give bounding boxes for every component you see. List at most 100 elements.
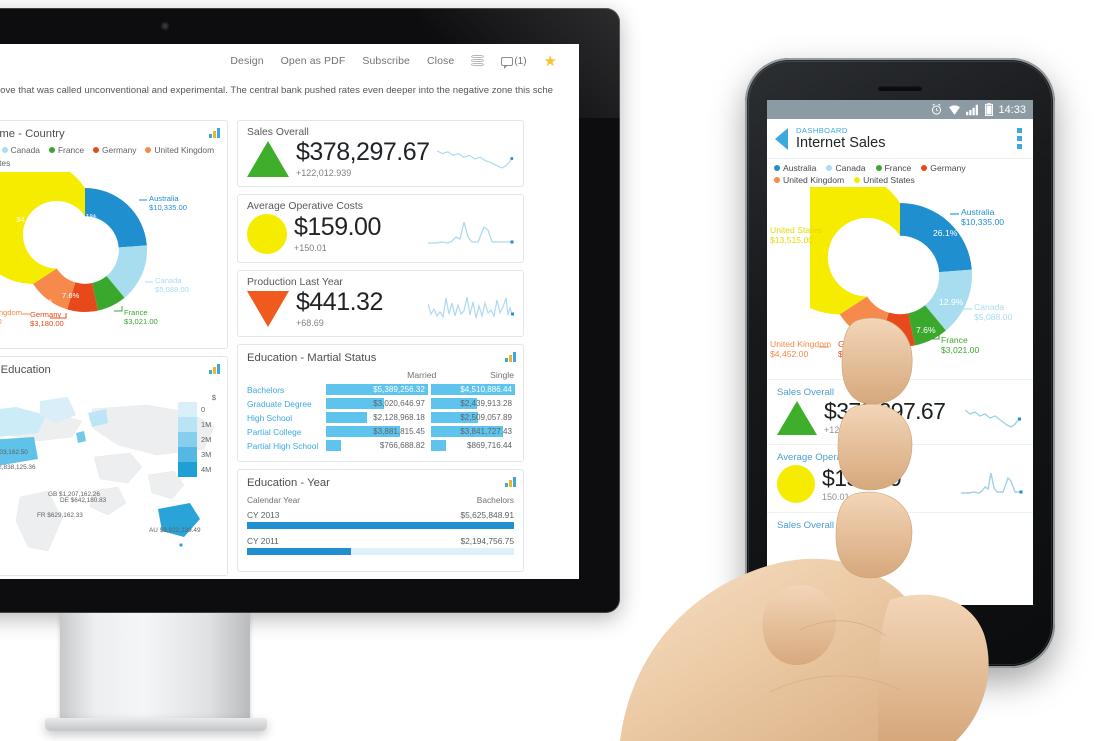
map-label-ca: CA $503,162.50: [0, 448, 28, 456]
triangle-down-icon: [247, 290, 289, 327]
kpi-value: $378,297.67: [296, 137, 430, 166]
cell-married: $766,688.82: [379, 441, 425, 451]
kpi-title: Production Last Year: [247, 276, 343, 288]
cell-married: $3,881,815.45: [373, 427, 425, 437]
kpi-title: Average Operative Costs: [247, 200, 363, 212]
year-label: CY 2013: [247, 509, 280, 520]
kpi-delta: +122,012.94: [824, 425, 875, 435]
colorbar-tick: 0: [201, 404, 206, 414]
chart-type-icon[interactable]: [209, 363, 220, 374]
cell-single: $4,510,886.44: [460, 385, 512, 395]
card-education-year[interactable]: Education - Year Calendar Year Bachelors…: [237, 468, 524, 572]
table-row[interactable]: Partial College $3,881,815.45 $3,841,727…: [247, 425, 514, 439]
card-education-marital-status[interactable]: Education - Martial Status Married Singl…: [237, 343, 524, 462]
map-label-us: US $2,838,125.36: [0, 463, 36, 471]
col-header-blank: [247, 370, 327, 380]
row-label: Partial College: [247, 426, 302, 437]
map-region-uk[interactable]: [76, 430, 86, 443]
card-model-name-country[interactable]: Model Name - Country Australia Canada Fr…: [0, 119, 228, 349]
table-row[interactable]: Partial High School $766,688.82 $869,716…: [247, 439, 514, 453]
callout-france: France $3,021.00: [941, 335, 979, 356]
kpi-title: Sales Overall: [777, 520, 835, 531]
callout-label: Canada: [155, 275, 182, 285]
legend-item-germany[interactable]: Germany: [921, 163, 966, 173]
phone-speaker: [878, 86, 922, 91]
legend-label: United States: [863, 175, 915, 185]
phone-card-sales-overall[interactable]: Sales Overall $378,297.67 +122,012.94: [767, 379, 1033, 444]
legend-item-united-states[interactable]: United States: [854, 175, 915, 185]
year-row[interactable]: CY 2013 $5,625,848.91: [247, 510, 514, 529]
legend-item-united-kingdom[interactable]: United Kingdom: [145, 145, 214, 155]
legend-label: Canada: [835, 163, 866, 173]
monitor-screen: Design Open as PDF Subscribe Close (1) ★…: [0, 44, 579, 579]
chart-type-icon[interactable]: [505, 476, 516, 487]
phone-card-sales-overall-2[interactable]: Sales Overall: [767, 512, 1033, 542]
star-icon[interactable]: ★: [544, 54, 557, 69]
comment-icon[interactable]: (1): [501, 56, 527, 69]
cell-married: $5,389,256.32: [373, 385, 425, 395]
year-row[interactable]: CY 2011 $2,194,756.75: [247, 536, 514, 555]
legend-item-canada[interactable]: Canada: [826, 163, 866, 173]
callout-value: $5,088.00: [155, 285, 189, 295]
legend-item-australia[interactable]: Australia: [774, 163, 816, 173]
legend-item-france[interactable]: France: [875, 163, 912, 173]
phone-home-button[interactable]: [880, 614, 920, 654]
callout-value: $10,335.00: [961, 217, 1005, 228]
card-sales-overall[interactable]: Sales Overall $378,297.67 +122,012.939: [237, 119, 524, 187]
sparkline-sales-overall: [436, 150, 513, 169]
callout-label: Australia: [149, 193, 179, 203]
open-as-pdf-button[interactable]: Open as PDF: [281, 55, 346, 67]
sparkline-average-operative-costs: [428, 221, 514, 244]
map-label-au: AU $3,922,239.49: [149, 526, 201, 534]
chart-type-icon[interactable]: [505, 351, 516, 362]
colorbar-tick: 2M: [201, 434, 212, 444]
alarm-icon: [932, 103, 942, 115]
layers-icon[interactable]: [471, 54, 485, 68]
card-country-education[interactable]: Country - Education + –: [0, 355, 228, 576]
kebab-menu-icon[interactable]: [1017, 128, 1022, 149]
colorbar-unit: $: [211, 392, 216, 402]
monitor-stand-neck: [60, 613, 250, 721]
callout-label: France: [124, 307, 148, 317]
close-button[interactable]: Close: [427, 55, 454, 67]
phone-screen: 14:33 DASHBOARD Internet Sales Australia…: [767, 100, 1033, 605]
chart-type-icon[interactable]: [209, 127, 220, 138]
triangle-up-icon: [247, 140, 289, 177]
callout-canada: Canada $5,088.00: [974, 302, 1012, 323]
map-colorbar: $ 0 1M 2M 3M 4M: [178, 393, 218, 477]
design-button[interactable]: Design: [230, 55, 263, 67]
card-title: Country - Education: [0, 363, 51, 376]
phone-donut-legend: Australia Canada France Germany United K…: [767, 159, 1033, 187]
back-arrow-icon[interactable]: [775, 127, 788, 150]
callout-value: $3,021.00: [941, 345, 980, 356]
status-time: 14:33: [998, 103, 1026, 116]
table-row[interactable]: High School $2,128,968.18 $2,509,057.89: [247, 411, 514, 425]
legend-item-united-states[interactable]: United States: [0, 158, 10, 168]
kpi-title: Average Operative Costs: [777, 452, 885, 463]
legend-item-germany[interactable]: Germany: [93, 145, 136, 155]
table-row[interactable]: Bachelors $5,389,256.32 $4,510,886.44: [247, 383, 515, 397]
wifi-icon: [949, 104, 961, 115]
marital-status-table: Married Single Bachelors $5,389,256.32 $…: [238, 367, 523, 461]
legend-label: France: [884, 163, 912, 173]
callout-united-kingdom: United Kingdom $4,452.00: [770, 339, 831, 360]
choropleth-map[interactable]: + –: [0, 378, 227, 575]
subscribe-button[interactable]: Subscribe: [362, 55, 410, 67]
callout-label: Germany: [838, 339, 874, 349]
legend-item-france[interactable]: France: [48, 145, 84, 155]
breadcrumb[interactable]: DASHBOARD: [796, 126, 885, 135]
table-row[interactable]: Graduate Degree $3,020,646.97 $2,439,913…: [247, 397, 514, 411]
card-production-last-year[interactable]: Production Last Year $441.32 +68.69: [237, 269, 524, 337]
phone-card-average-operative-costs[interactable]: Average Operative Costs $159.00 150.01: [767, 444, 1033, 512]
cell-single: $2,439,913.28: [460, 399, 512, 409]
cell-married: $2,128,968.18: [373, 413, 425, 423]
legend-label: United Kingdom: [783, 175, 845, 185]
cell-single: $869,716.44: [466, 441, 512, 451]
callout-label: Canada: [974, 302, 1005, 312]
legend-item-united-kingdom[interactable]: United Kingdom: [774, 175, 844, 185]
callout-label: United Kingdom: [770, 339, 832, 349]
donut-legend: Australia Canada France Germany United K…: [0, 143, 227, 170]
legend-item-canada[interactable]: Canada: [1, 145, 40, 155]
card-average-operative-costs[interactable]: Average Operative Costs $159.00 +150.01: [237, 193, 524, 263]
kpi-delta: +68.69: [296, 317, 324, 328]
